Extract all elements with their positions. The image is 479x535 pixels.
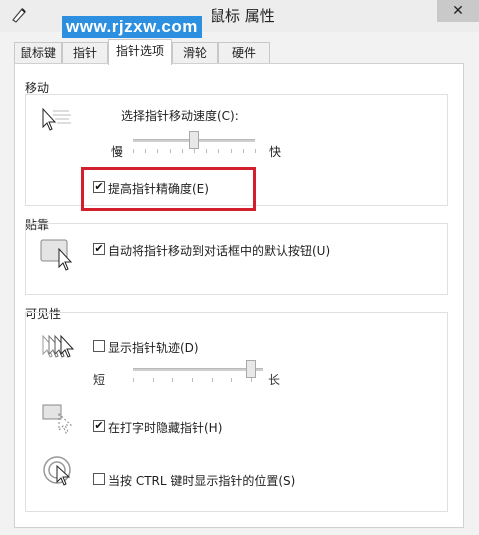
window-title: 鼠标 属性	[210, 7, 275, 25]
slider-tick	[251, 378, 252, 382]
fast-label: 快	[269, 145, 282, 159]
title-bar: www.rjzxw.com 鼠标 属性 ✕	[0, 0, 479, 38]
speed-slider-thumb[interactable]	[189, 131, 199, 149]
snap-group	[25, 223, 448, 295]
check-mark-icon: ✔	[94, 242, 104, 255]
hide-while-typing-label[interactable]: 在打字时隐藏指针(H)	[108, 419, 222, 436]
slider-tick	[206, 149, 208, 153]
hide-while-typing-checkbox[interactable]: ✔	[93, 420, 105, 432]
mouse-icon	[12, 8, 26, 23]
slider-tick	[133, 149, 134, 153]
speed-label: 选择指针移动速度(C):	[121, 109, 239, 123]
snap-to-default-label[interactable]: 自动将指针移动到对话框中的默认按钮(U)	[108, 242, 330, 259]
slider-tick	[230, 149, 232, 153]
highlight-box	[81, 167, 256, 211]
slider-tick	[192, 378, 193, 382]
slider-tick	[242, 149, 244, 153]
tab-mouse-buttons[interactable]: 鼠标键	[14, 42, 62, 63]
show-location-ctrl-checkbox[interactable]	[93, 473, 105, 485]
tab-hardware[interactable]: 硬件	[218, 42, 270, 63]
pointer-location-icon	[43, 456, 71, 486]
slider-tick	[231, 378, 233, 382]
pointer-options-panel: 移动 选择指针移动速度(C): 慢 快 ✔ 提高指针精确度(E) 贴靠 ✔ 自动…	[14, 63, 464, 528]
pointer-trails-icon	[42, 334, 75, 358]
close-button[interactable]: ✕	[437, 0, 479, 22]
pointer-trails-checkbox[interactable]	[93, 340, 105, 352]
slider-tick	[169, 149, 171, 153]
slider-tick	[211, 378, 213, 382]
pointer-trails-label[interactable]: 显示指针轨迹(D)	[108, 339, 199, 356]
slow-label: 慢	[111, 145, 124, 159]
slider-tick	[152, 378, 154, 382]
short-label: 短	[93, 373, 106, 387]
slider-tick	[181, 149, 183, 153]
slider-tick	[218, 149, 220, 153]
trails-slider-thumb[interactable]	[246, 360, 256, 378]
watermark: www.rjzxw.com	[62, 16, 202, 38]
tab-pointers[interactable]: 指针	[62, 42, 108, 63]
slider-tick	[157, 149, 159, 153]
slider-tick	[194, 149, 195, 153]
slider-tick	[172, 378, 174, 382]
pointer-speed-icon	[42, 107, 71, 131]
slider-tick	[145, 149, 147, 153]
tab-pointer-options[interactable]: 指针选项	[108, 39, 172, 65]
check-mark-icon: ✔	[94, 419, 104, 432]
trails-slider-track[interactable]	[133, 368, 263, 371]
slider-tick	[133, 378, 134, 382]
long-label: 长	[268, 373, 281, 387]
show-location-ctrl-label[interactable]: 当按 CTRL 键时显示指针的位置(S)	[108, 472, 295, 489]
snap-to-button-icon	[40, 239, 73, 271]
snap-to-default-checkbox[interactable]: ✔	[93, 243, 105, 255]
hide-pointer-icon	[42, 404, 73, 434]
slider-tick	[255, 149, 256, 153]
tab-wheel[interactable]: 滑轮	[172, 42, 218, 63]
